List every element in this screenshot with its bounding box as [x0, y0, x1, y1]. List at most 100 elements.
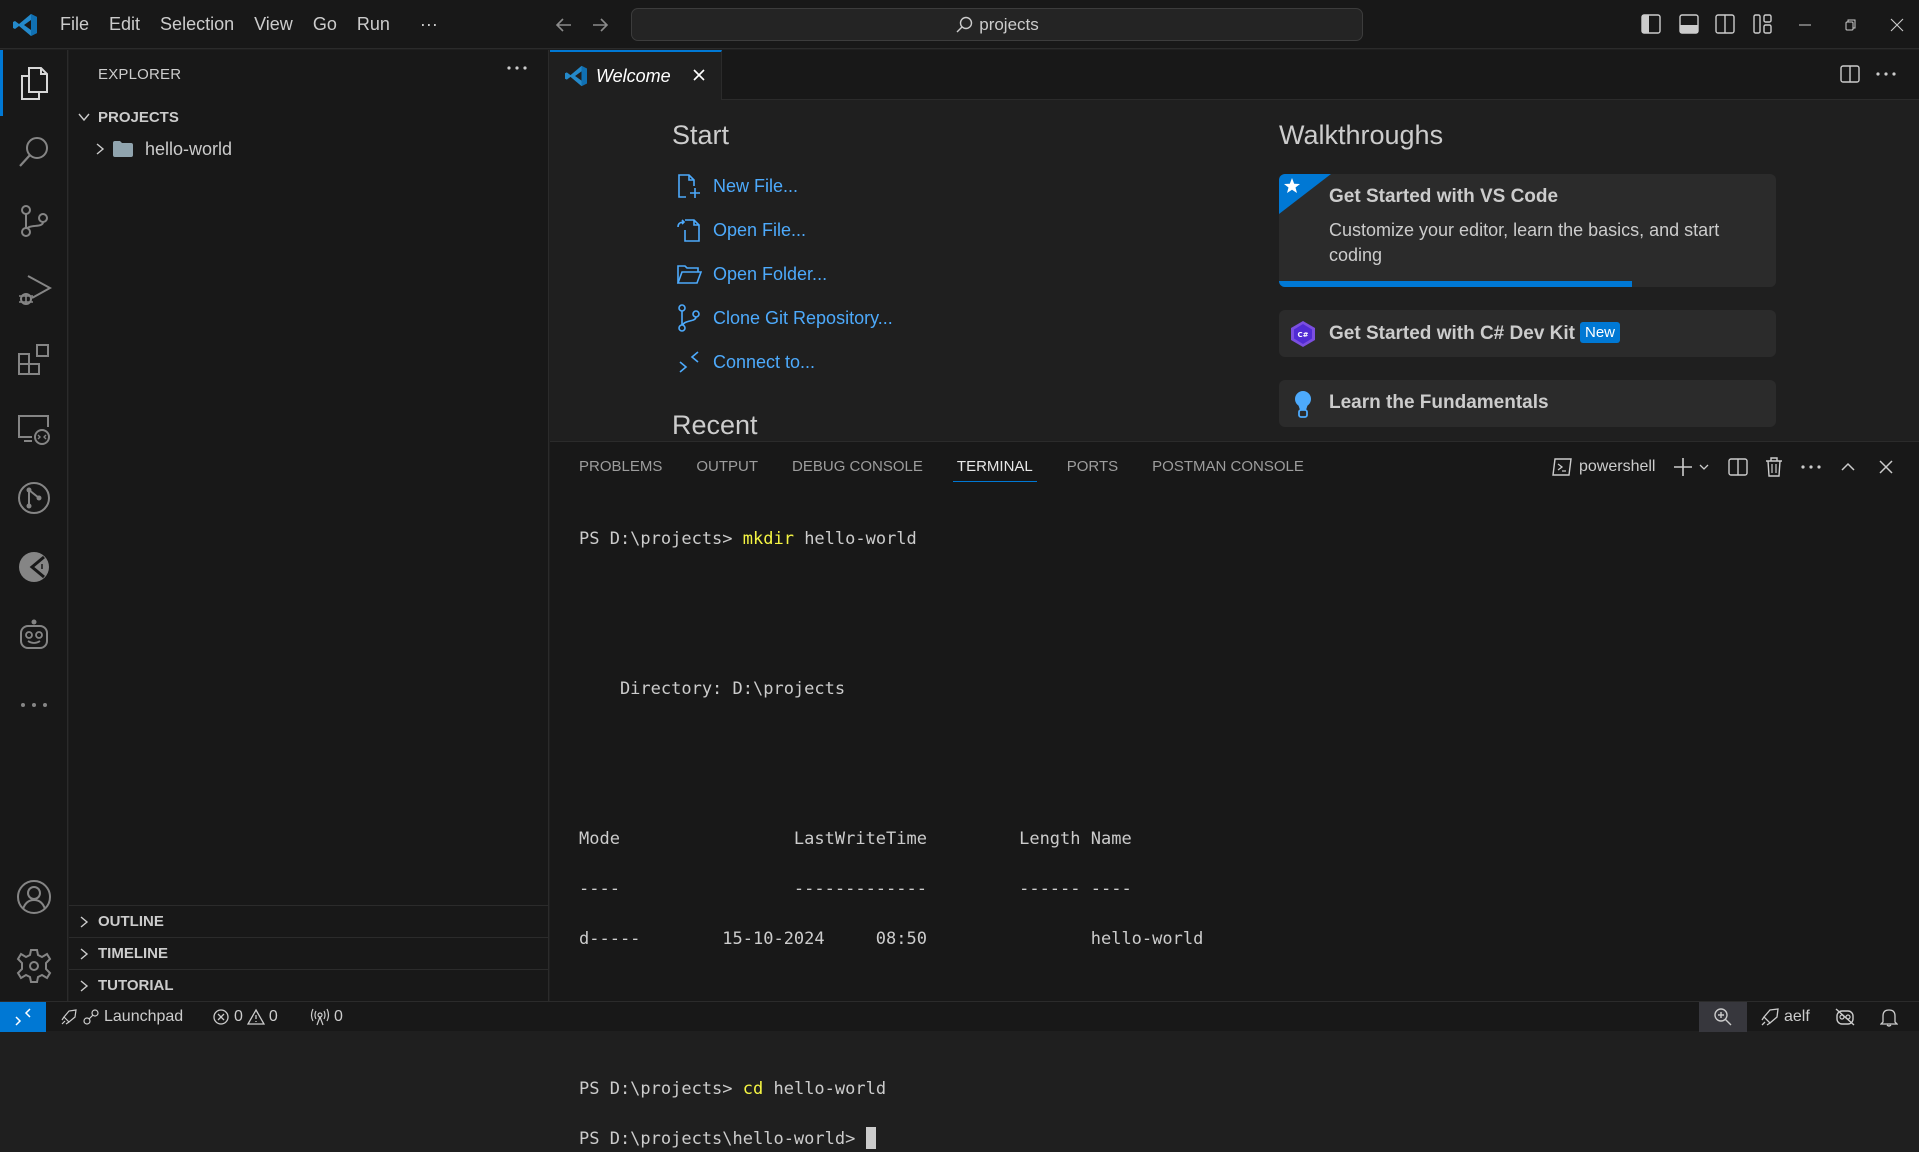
close-window-icon[interactable] — [1884, 12, 1910, 38]
tab-welcome[interactable]: Welcome — [550, 50, 722, 100]
walkthrough-title-text: Get Started with C# Dev Kit — [1329, 323, 1575, 344]
activity-explorer[interactable] — [0, 50, 68, 116]
svg-text:C#: C# — [1297, 331, 1308, 339]
menu-more[interactable]: ··· — [410, 0, 448, 49]
activity-extensions[interactable] — [0, 327, 68, 393]
activity-copilot[interactable] — [0, 603, 68, 669]
status-ports[interactable]: 0 — [310, 1002, 343, 1032]
tab-problems[interactable]: PROBLEMS — [579, 442, 662, 492]
walkthrough-title: Get Started with VS Code — [1329, 186, 1559, 207]
editor-more-icon[interactable] — [1875, 70, 1897, 78]
rocket-icon — [61, 1009, 77, 1025]
terminal-name: powershell — [1579, 458, 1656, 475]
status-account[interactable]: aelf — [1760, 1002, 1810, 1032]
activity-accounts[interactable] — [0, 864, 68, 930]
walkthrough-progress — [1279, 281, 1776, 287]
command-center-search[interactable]: projects — [631, 8, 1363, 41]
sidebar-title: EXPLORER — [98, 66, 182, 83]
open-folder-icon — [675, 260, 703, 288]
split-terminal-icon[interactable] — [1727, 455, 1749, 479]
tab-postman-console[interactable]: POSTMAN CONSOLE — [1152, 442, 1304, 492]
toggle-panel-icon[interactable] — [1678, 13, 1700, 35]
split-editor-icon[interactable] — [1839, 63, 1861, 85]
activity-postman[interactable] — [0, 534, 68, 600]
toggle-primary-sidebar-icon[interactable] — [1640, 13, 1662, 35]
menu-run[interactable]: Run — [347, 0, 400, 49]
menu-go[interactable]: Go — [303, 0, 347, 49]
restore-icon[interactable] — [1838, 12, 1864, 38]
section-label: TUTORIAL — [98, 977, 174, 994]
terminal-instance[interactable]: powershell — [1551, 455, 1655, 479]
error-icon — [213, 1009, 229, 1025]
terminal-output[interactable]: PS D:\projects> mkdir hello-world Direct… — [579, 527, 1203, 1152]
activity-gitlens[interactable] — [0, 465, 68, 531]
lightbulb-icon — [1295, 391, 1311, 418]
forward-arrow-icon[interactable] — [587, 12, 613, 38]
trash-icon[interactable] — [1764, 455, 1784, 479]
menu-file[interactable]: File — [50, 0, 99, 49]
terminal-blank — [579, 627, 1203, 652]
start-open-file[interactable]: Open File... — [675, 214, 806, 246]
section-label: OUTLINE — [98, 913, 164, 930]
walkthrough-card-get-started[interactable]: Get Started with VS Code Customize your … — [1279, 174, 1776, 287]
prompt: PS D:\projects> — [579, 1079, 743, 1099]
activity-search[interactable] — [0, 119, 68, 185]
activity-run-debug[interactable] — [0, 257, 68, 323]
tab-terminal[interactable]: TERMINAL — [952, 442, 1037, 492]
menu-view[interactable]: View — [244, 0, 303, 49]
maximize-panel-icon[interactable] — [1838, 455, 1858, 479]
star-icon — [1279, 174, 1331, 214]
section-tutorial[interactable]: TUTORIAL — [69, 969, 548, 1001]
remote-indicator[interactable] — [0, 1002, 46, 1032]
zoom-indicator[interactable] — [1699, 1002, 1747, 1032]
terminal-powershell-icon — [1552, 458, 1572, 476]
start-clone-git[interactable]: Clone Git Repository... — [675, 302, 893, 334]
chevron-right-icon — [69, 915, 98, 929]
chevron-right-icon — [69, 979, 98, 993]
account-icon — [17, 880, 51, 914]
start-new-file[interactable]: New File... — [675, 170, 798, 202]
git-branch-icon — [675, 304, 703, 332]
search-text: projects — [979, 14, 1039, 34]
customize-layout-icon[interactable] — [1752, 13, 1774, 35]
menu-edit[interactable]: Edit — [99, 0, 150, 49]
chevron-down-icon[interactable] — [1697, 455, 1711, 479]
back-arrow-icon[interactable] — [551, 12, 577, 38]
start-open-folder[interactable]: Open Folder... — [675, 258, 827, 290]
folder-header-projects[interactable]: PROJECTS — [69, 102, 548, 132]
status-launchpad[interactable]: Launchpad — [60, 1002, 183, 1032]
panel-tab-bar: PROBLEMS OUTPUT DEBUG CONSOLE TERMINAL P… — [550, 442, 1338, 492]
tree-item-hello-world[interactable]: hello-world — [69, 134, 548, 164]
copilot-status-icon[interactable] — [1834, 1002, 1856, 1032]
activity-source-control[interactable] — [0, 188, 68, 254]
tab-output[interactable]: OUTPUT — [696, 442, 758, 492]
notifications-bell-icon[interactable] — [1880, 1002, 1898, 1032]
walkthrough-card-fundamentals[interactable]: Learn the Fundamentals — [1279, 380, 1776, 427]
walkthroughs-heading: Walkthroughs — [1279, 120, 1444, 150]
sidebar-more-icon[interactable] — [506, 64, 528, 72]
new-terminal-icon[interactable] — [1671, 455, 1695, 479]
toggle-secondary-sidebar-icon[interactable] — [1714, 13, 1736, 35]
link-icon — [83, 1009, 99, 1025]
activity-more[interactable] — [0, 672, 68, 738]
start-connect-to[interactable]: Connect to... — [675, 346, 815, 378]
walkthrough-progress-fill — [1279, 281, 1632, 287]
close-icon[interactable] — [689, 65, 709, 85]
minimize-icon[interactable] — [1792, 12, 1818, 38]
menu-selection[interactable]: Selection — [150, 0, 244, 49]
close-panel-icon[interactable] — [1876, 455, 1896, 479]
folder-name: PROJECTS — [98, 108, 179, 126]
command-arg: hello-world — [763, 1079, 887, 1099]
tab-ports[interactable]: PORTS — [1067, 442, 1118, 492]
tab-debug-console[interactable]: DEBUG CONSOLE — [792, 442, 923, 492]
section-outline[interactable]: OUTLINE — [69, 905, 548, 937]
command-arg: hello-world — [793, 529, 917, 549]
panel-more-icon[interactable] — [1800, 455, 1822, 479]
section-timeline[interactable]: TIMELINE — [69, 937, 548, 969]
terminal-line: PS D:\projects\hello-world> — [579, 1127, 1203, 1152]
status-problems[interactable]: 0 0 — [212, 1002, 278, 1032]
walkthrough-card-csharp[interactable]: C# Get Started with C# Dev Kit New — [1279, 310, 1776, 357]
terminal-line: Mode LastWriteTime Length Name — [579, 829, 1132, 849]
activity-manage[interactable] — [0, 933, 68, 999]
activity-remote-explorer[interactable] — [0, 396, 68, 462]
